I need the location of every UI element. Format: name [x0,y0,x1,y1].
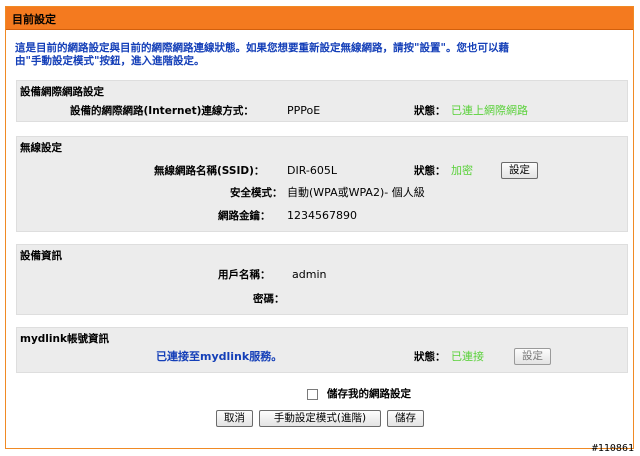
intro-line-2: 由"手動設定模式"按鈕，進入進階設定。 [15,55,205,67]
internet-section-heading: 設備網際網路設定 [20,86,104,98]
mydlink-connected-text: 已連接至mydlink服務。 [156,350,283,363]
page-title: 目前設定 [12,13,56,26]
save-network-settings-label: 儲存我的網路設定 [327,388,411,400]
title-bar: 目前設定 [6,7,633,30]
watermark-text: #110861 [591,443,634,454]
mydlink-section-heading: mydlink帳號資訊 [20,333,109,345]
connection-type-label: 設備的網際網路(Internet)連線方式： [70,105,254,117]
current-settings-panel: 目前設定 這是目前的網路設定與目前的網際網路連線狀態。如果您想要重新設定無線網路… [5,6,634,449]
wireless-settings-section: 無線設定 無線網路名稱(SSID)： DIR-605L 狀態： 加密 設定 安全… [16,136,628,232]
intro-line-1: 這是目前的網路設定與目前的網際網路連線狀態。如果您想要重新設定無線網路，請按"設… [15,42,509,54]
device-info-section: 設備資訊 用戶名稱： admin 密碼： [16,244,628,315]
mydlink-status-value: 已連接 [451,350,484,363]
ssid-value: DIR-605L [287,164,338,177]
save-button[interactable]: 儲存 [387,410,424,427]
save-network-settings-checkbox[interactable] [307,389,318,400]
cancel-button[interactable]: 取消 [216,410,253,427]
network-key-label: 網路金鑰： [218,210,271,222]
internet-settings-section: 設備網際網路設定 設備的網際網路(Internet)連線方式： PPPoE 狀態… [16,80,628,122]
mydlink-section: mydlink帳號資訊 已連接至mydlink服務。 狀態： 已連接 設定 [16,327,628,373]
security-mode-value: 自動(WPA或WPA2)- 個人級 [287,186,425,199]
manual-setup-button[interactable]: 手動設定模式(進階) [259,410,381,427]
wireless-section-heading: 無線設定 [20,142,62,154]
wireless-status-value: 加密 [451,164,473,177]
ssid-label: 無線網路名稱(SSID)： [154,165,265,177]
intro-text: 這是目前的網路設定與目前的網際網路連線狀態。如果您想要重新設定無線網路，請按"設… [15,42,615,68]
connection-type-value: PPPoE [287,104,321,117]
internet-status-value: 已連上網際網路 [451,104,528,117]
network-key-value: 1234567890 [287,209,357,222]
mydlink-status-label: 狀態： [414,351,446,363]
username-value: admin [292,268,327,281]
password-label: 密碼： [253,293,285,305]
username-label: 用戶名稱： [218,269,271,281]
mydlink-setup-button[interactable]: 設定 [514,348,551,365]
security-mode-label: 安全模式： [230,187,283,199]
device-section-heading: 設備資訊 [20,250,62,262]
internet-status-label: 狀態： [414,105,446,117]
wireless-setup-button[interactable]: 設定 [501,162,538,179]
wireless-status-label: 狀態： [414,165,446,177]
